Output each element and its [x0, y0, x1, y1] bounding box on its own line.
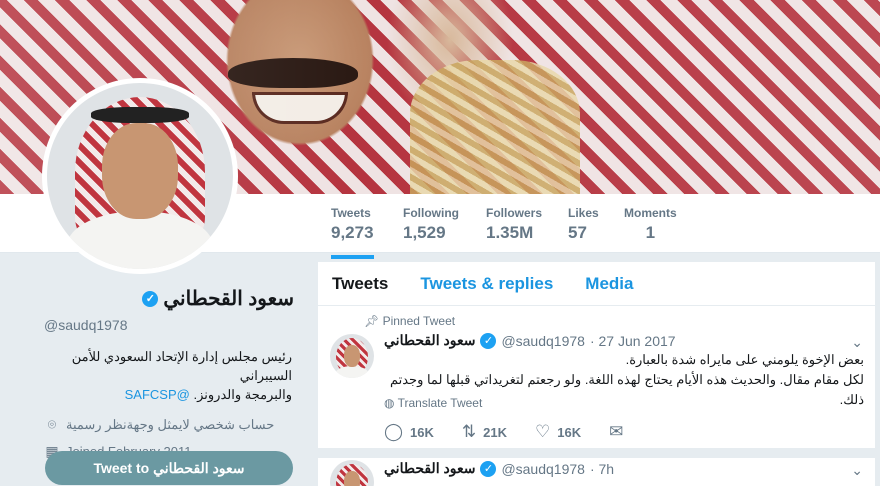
pinned-text: Pinned Tweet	[382, 314, 456, 328]
bio-line: رئيس مجلس إدارة الإتحاد السعودي للأمن ال…	[71, 349, 292, 383]
bio-mention-link[interactable]: @SAFCSP	[125, 387, 190, 402]
reply-icon: ◯	[384, 422, 404, 441]
tweet-author-name[interactable]: سعود القحطاني	[384, 460, 475, 477]
verified-badge-icon: ✓	[480, 460, 497, 477]
stat-moments[interactable]: Moments 1	[624, 206, 677, 243]
bio-line: والبرمجة والدرونز.	[193, 387, 292, 402]
avatar-detail	[344, 471, 360, 486]
like-count: 16K	[557, 424, 582, 440]
profile-card: سعود القحطاني ✓ @saudq1978 رئيس مجلس إدا…	[44, 286, 294, 460]
stat-label: Following	[403, 206, 459, 220]
profile-name[interactable]: سعود القحطاني	[163, 286, 294, 311]
pinned-label: 📌︎ Pinned Tweet	[364, 314, 455, 328]
profile-bio: رئيس مجلس إدارة الإتحاد السعودي للأمن ال…	[44, 347, 292, 404]
chevron-down-icon[interactable]: ⌄	[851, 334, 863, 351]
pin-icon: 📌︎	[364, 314, 380, 328]
translate-tweet-link[interactable]: ◍ Translate Tweet	[384, 396, 482, 410]
tab-tweets-and-replies[interactable]: Tweets & replies	[420, 274, 553, 294]
tweet-text-line: بعض الإخوة يلومني على مايراه شدة بالعبار…	[625, 352, 864, 367]
location-text: حساب شخصي لايمثل وجهةنظر رسمية	[66, 416, 275, 432]
stat-value: 1,529	[403, 223, 446, 242]
retweet-button[interactable]: ⇅ 21K	[462, 422, 507, 442]
stat-value: 9,273	[331, 223, 374, 242]
avatar-detail	[335, 366, 369, 378]
stat-tweets[interactable]: Tweets 9,273	[331, 206, 374, 259]
stat-following[interactable]: Following 1,529	[403, 206, 459, 243]
chevron-down-icon[interactable]: ⌄	[851, 462, 863, 479]
profile-avatar[interactable]	[42, 78, 238, 274]
retweet-icon: ⇅	[461, 422, 477, 441]
avatar-detail	[102, 123, 178, 219]
timeline: Tweets Tweets & replies Media 📌︎ Pinned …	[318, 262, 875, 486]
tweet-header: سعود القحطاني ✓ @saudq1978 · 27 Jun 2017	[384, 332, 676, 349]
tweet-item[interactable]: 📌︎ Pinned Tweet سعود القحطاني ✓ @saudq19…	[318, 306, 875, 450]
tab-media[interactable]: Media	[585, 274, 633, 294]
stat-label: Moments	[624, 206, 677, 220]
stat-label: Tweets	[331, 206, 371, 220]
direct-message-button[interactable]: ✉	[609, 422, 623, 442]
location-pin-icon: ⌾	[47, 416, 57, 432]
stat-value: 57	[568, 223, 587, 242]
retweet-count: 21K	[483, 424, 507, 440]
verified-badge-icon: ✓	[480, 332, 497, 349]
stat-value: 1.35M	[486, 223, 534, 242]
tweet-author-handle[interactable]: @saudq1978	[501, 461, 585, 477]
tweet-to-button[interactable]: Tweet to سعود القحطاني	[45, 451, 293, 485]
avatar-detail	[344, 345, 360, 367]
tweet-actions: ◯ 16K ⇅ 21K ♡ 16K ✉	[384, 422, 623, 442]
profile-name-row: سعود القحطاني ✓	[44, 286, 294, 311]
verified-badge-icon: ✓	[142, 290, 159, 307]
tweet-date[interactable]: · 7h	[590, 461, 614, 477]
tweet-separator	[318, 448, 875, 458]
tweet-date[interactable]: · 27 Jun 2017	[590, 333, 676, 349]
tweet-avatar[interactable]	[330, 460, 374, 486]
translate-text: Translate Tweet	[397, 396, 483, 410]
envelope-icon: ✉	[609, 422, 624, 441]
stat-value: 1	[645, 223, 656, 242]
globe-icon: ◍	[384, 396, 395, 410]
profile-location: ⌾ حساب شخصي لايمثل وجهةنظر رسمية	[44, 416, 294, 433]
stat-followers[interactable]: Followers 1.35M	[486, 206, 542, 243]
tweet-item[interactable]: سعود القحطاني ✓ @saudq1978 · 7h ⌄	[318, 458, 875, 486]
stat-label: Followers	[486, 206, 543, 220]
tab-tweets[interactable]: Tweets	[332, 274, 388, 294]
profile-handle[interactable]: @saudq1978	[44, 317, 294, 333]
stat-likes[interactable]: Likes 57	[568, 206, 599, 243]
tweet-author-name[interactable]: سعود القحطاني	[384, 332, 475, 349]
timeline-tabs: Tweets Tweets & replies Media	[318, 262, 875, 306]
avatar-detail	[91, 107, 189, 123]
stat-label: Likes	[568, 206, 599, 220]
tweet-author-handle[interactable]: @saudq1978	[501, 333, 585, 349]
reply-button[interactable]: ◯ 16K	[384, 422, 434, 442]
avatar-photo	[47, 83, 233, 269]
tweet-header: سعود القحطاني ✓ @saudq1978 · 7h	[384, 460, 614, 477]
tweet-avatar[interactable]	[330, 334, 374, 378]
like-button[interactable]: ♡ 16K	[535, 422, 581, 442]
reply-count: 16K	[410, 424, 434, 440]
heart-icon: ♡	[535, 422, 551, 441]
